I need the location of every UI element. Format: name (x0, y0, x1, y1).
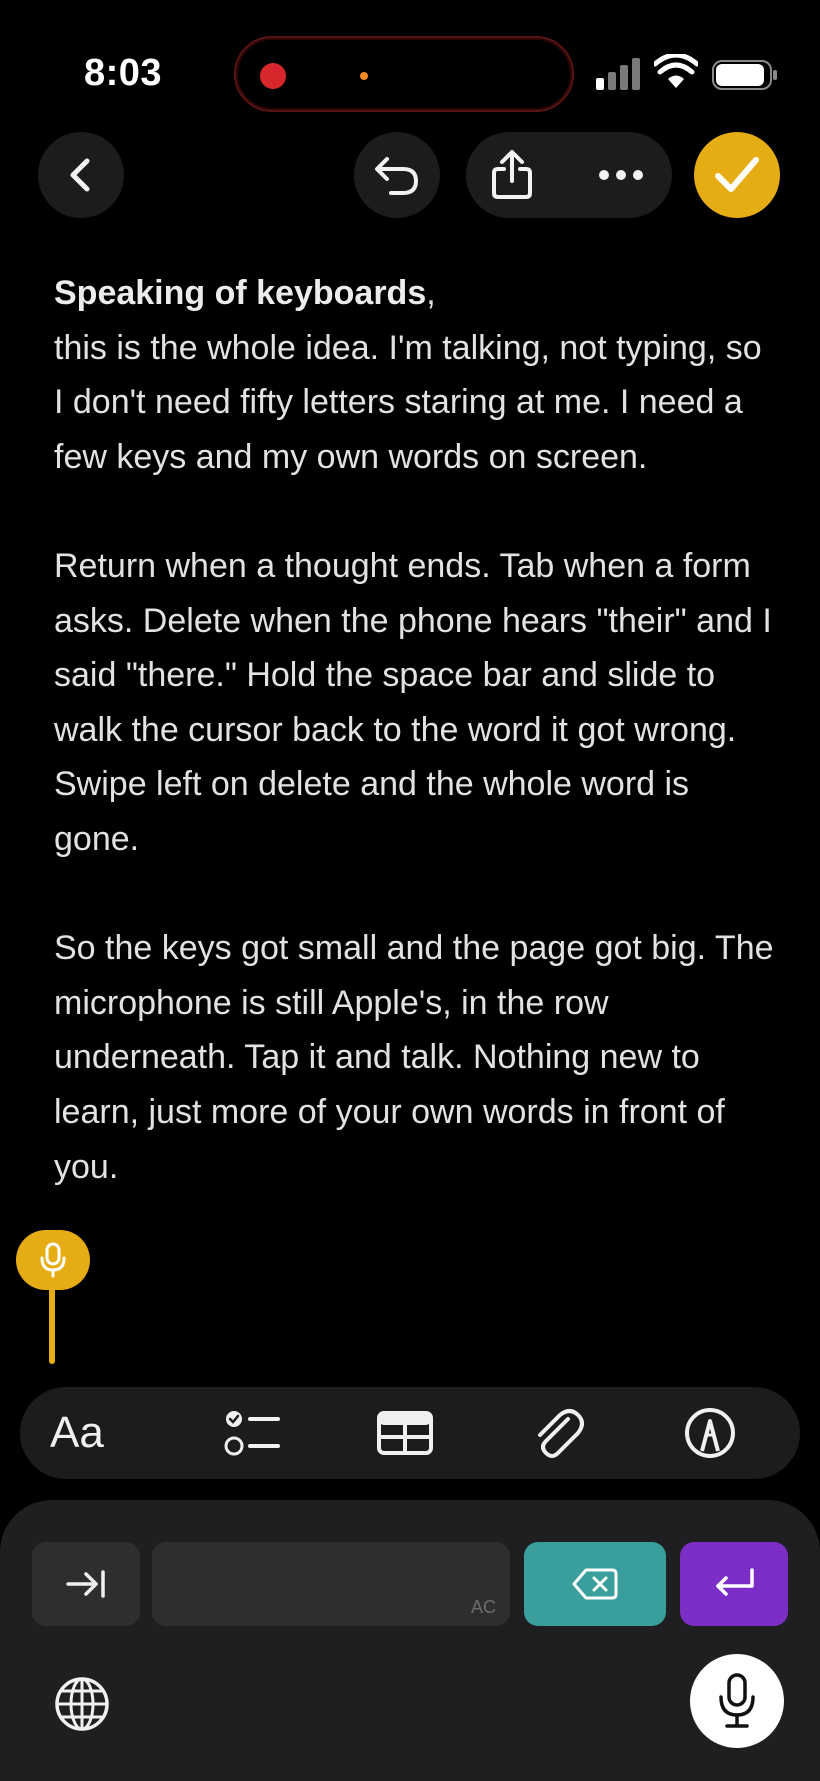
checkmark-icon (715, 157, 759, 192)
space-bar[interactable]: AC (152, 1542, 510, 1626)
note-body[interactable]: Speaking of keyboards, this is the whole… (54, 266, 774, 1249)
format-toolbar: Aa (20, 1387, 800, 1479)
note-title-suffix: , (426, 274, 436, 312)
share-icon[interactable] (490, 149, 534, 201)
markup-button[interactable] (680, 1403, 740, 1463)
back-button[interactable] (38, 132, 124, 218)
globe-icon[interactable] (54, 1676, 110, 1732)
checklist-button[interactable] (223, 1403, 283, 1463)
dynamic-island (234, 36, 574, 112)
keyboard: AC (0, 1500, 820, 1781)
dictation-button[interactable] (690, 1654, 784, 1748)
return-icon (716, 1568, 754, 1596)
microphone-icon (719, 1673, 755, 1728)
status-time: 8:03 (84, 52, 163, 94)
delete-backward-icon (572, 1568, 618, 1600)
done-button[interactable] (694, 132, 780, 218)
recording-indicator (260, 63, 286, 89)
note-paragraph: Return when a thought ends. Tab when a f… (54, 546, 772, 858)
attachment-icon (537, 1409, 584, 1458)
undo-button[interactable] (354, 132, 440, 218)
chevron-left-icon (70, 158, 90, 192)
note-title: Speaking of keyboards (54, 274, 427, 312)
camera-dot (360, 72, 368, 80)
attachment-button[interactable] (528, 1403, 588, 1463)
checklist-icon (224, 1411, 280, 1456)
notes-screen: 8:03 Speaking of keyboards, this is the … (0, 0, 820, 1781)
return-key[interactable] (680, 1542, 788, 1626)
table-icon (377, 1411, 433, 1455)
note-heading: Speaking of keyboards, (54, 266, 774, 321)
text-cursor (49, 1284, 55, 1364)
tab-key[interactable] (32, 1542, 140, 1626)
tab-arrow-icon (66, 1570, 105, 1598)
space-bar-hint: AC (470, 1597, 496, 1617)
cellular-signal-icon (596, 58, 640, 90)
ellipsis-icon[interactable] (598, 169, 644, 181)
note-paragraph: this is the whole idea. I'm talking, not… (54, 328, 762, 476)
undo-icon (375, 157, 419, 195)
share-more-group (466, 132, 672, 218)
wifi-icon (654, 54, 698, 88)
table-button[interactable] (375, 1403, 435, 1463)
text-style-button[interactable]: Aa (50, 1408, 130, 1458)
dictation-cursor-handle[interactable] (16, 1230, 90, 1290)
delete-key[interactable] (524, 1542, 666, 1626)
microphone-icon (40, 1242, 66, 1278)
markup-icon (685, 1408, 735, 1458)
battery-icon (712, 60, 777, 90)
note-paragraph: So the keys got small and the page got b… (54, 929, 774, 1186)
